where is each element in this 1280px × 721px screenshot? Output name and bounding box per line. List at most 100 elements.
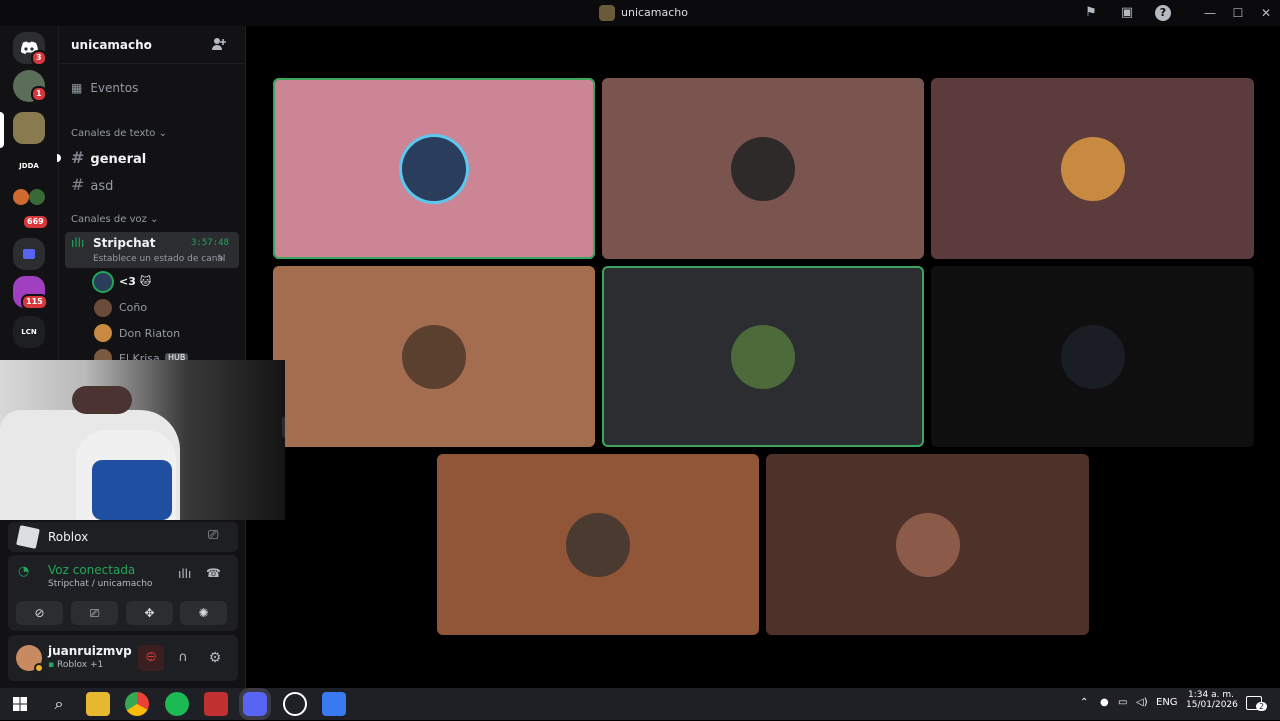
server-icon[interactable] <box>29 189 45 205</box>
notification-badge: 669 <box>22 214 49 230</box>
add-member-icon[interactable] <box>211 36 229 54</box>
home-button[interactable]: 3 <box>13 32 47 66</box>
server-icon[interactable]: 115 <box>13 276 48 310</box>
screen-share-button[interactable]: ⎚ <box>71 601 118 625</box>
start-button[interactable] <box>8 692 32 716</box>
participant-tile[interactable] <box>273 78 595 259</box>
server-icon-selected[interactable] <box>13 112 45 144</box>
selected-indicator <box>0 112 4 148</box>
deafen-button[interactable]: ∩ <box>170 645 196 671</box>
server-header[interactable]: unicamacho ⌄ <box>59 26 245 64</box>
participant-tile[interactable] <box>602 266 924 447</box>
window-title: unicamacho <box>621 6 688 19</box>
edit-icon[interactable]: ✎ <box>217 254 225 264</box>
notification-badge: 115 <box>21 294 48 310</box>
clock[interactable]: 1:34 a. m. 15/01/2026 <box>1186 690 1238 710</box>
soundboard-button[interactable]: ✺ <box>180 601 227 625</box>
disconnect-icon[interactable]: ☎ <box>206 566 221 580</box>
noise-suppression-icon[interactable]: ıllı <box>178 567 191 581</box>
participant-tile[interactable] <box>437 454 759 635</box>
participant-tile[interactable] <box>931 266 1254 447</box>
participant-tile[interactable] <box>602 78 924 259</box>
voice-connection: ◔ Voz conectada Stripchat / unicamacho ı… <box>8 555 238 631</box>
network-icon[interactable]: ▭ <box>1118 697 1127 708</box>
time: 1:34 a. m. <box>1188 690 1234 700</box>
app-icon[interactable] <box>322 692 346 716</box>
voice-timer: 3:57:48 <box>191 238 229 248</box>
server-icon[interactable] <box>13 189 29 205</box>
roblox-icon <box>16 525 40 549</box>
activity-name: Roblox <box>48 530 89 544</box>
app-icon[interactable] <box>204 692 228 716</box>
voice-member[interactable]: <3 🐱 <box>119 275 151 288</box>
events-item[interactable]: ▦ Eventos <box>71 81 138 95</box>
avatar <box>1060 136 1125 201</box>
flag-icon[interactable]: ⚑ <box>1082 4 1100 22</box>
windows-icon <box>13 697 27 711</box>
gear-icon: ⚙ <box>208 650 222 666</box>
server-icon <box>599 5 615 21</box>
server-icon-lcn[interactable]: LCN <box>13 316 45 348</box>
unread-indicator <box>57 154 61 162</box>
discord-taskbar-icon[interactable] <box>243 692 267 716</box>
voice-channel-name: Stripchat <box>93 236 156 250</box>
camera-button[interactable]: ⊘ <box>16 601 63 625</box>
avatar <box>402 136 466 201</box>
voice-status[interactable]: Voz conectada <box>48 563 135 577</box>
username[interactable]: juanruizmvp <box>48 644 132 658</box>
mute-button[interactable]: ⨸ <box>138 645 164 671</box>
channel-asd[interactable]: # asd <box>71 175 113 194</box>
inbox-icon[interactable]: ▣ <box>1118 4 1136 22</box>
category-text[interactable]: Canales de texto ⌄ <box>71 128 167 139</box>
screen-share-icon[interactable]: ⎚ <box>208 528 218 543</box>
settings-button[interactable]: ⚙ <box>202 645 228 671</box>
channel-sidebar: unicamacho ⌄ ▦ Eventos Canales de texto ⌄… <box>57 26 246 367</box>
game-icon: ▪ <box>48 660 57 670</box>
voice-location[interactable]: Stripchat / unicamacho <box>48 579 152 589</box>
voice-member[interactable]: Don Riaton <box>119 327 180 340</box>
server-label[interactable]: JDDA <box>8 162 50 170</box>
maximize-button[interactable]: ☐ <box>1224 3 1252 23</box>
obs-icon[interactable] <box>283 692 307 716</box>
avatar <box>895 512 960 577</box>
video-stage <box>246 26 1280 688</box>
volume-icon[interactable]: ◁) <box>1136 697 1148 708</box>
notification-badge: 3 <box>31 50 47 66</box>
channel-status[interactable]: Establece un estado de canal <box>93 254 225 264</box>
microphone-icon[interactable]: ● <box>1100 697 1109 708</box>
chevron-down-icon: ⌄ <box>150 214 159 225</box>
participant-tile[interactable] <box>931 78 1254 259</box>
server-list: 3 1 JDDA 669 115 LCN <box>0 26 58 360</box>
voice-member[interactable]: Coño <box>119 301 147 314</box>
mic-off-icon: ⨸ <box>145 650 157 665</box>
help-icon[interactable]: ? <box>1155 5 1171 21</box>
category-voice[interactable]: Canales de voz ⌄ <box>71 214 158 225</box>
user-activity: ▪ Roblox +1 <box>48 660 103 670</box>
date: 15/01/2026 <box>1186 700 1238 710</box>
hash-icon: # <box>71 175 85 194</box>
folder-icon[interactable] <box>13 238 45 270</box>
search-icon[interactable]: ⌕ <box>47 692 71 716</box>
chevron-up-icon[interactable]: ⌃ <box>1080 697 1088 708</box>
user-area: juanruizmvp ▪ Roblox +1 ⨸ ∩ ⚙ <box>8 635 238 681</box>
category-label: Canales de texto <box>71 128 156 139</box>
avatar <box>1060 324 1125 389</box>
voice-channel-stripchat[interactable]: ıllı Stripchat 3:57:48 Establece un esta… <box>65 232 239 268</box>
spotify-icon[interactable] <box>165 692 189 716</box>
minimize-button[interactable]: — <box>1196 3 1224 23</box>
activities-button[interactable]: ✥ <box>126 601 173 625</box>
participant-tile[interactable] <box>766 454 1089 635</box>
channel-general[interactable]: # general <box>71 148 146 167</box>
activities-icon: ✥ <box>144 606 155 620</box>
close-button[interactable]: ✕ <box>1252 3 1280 23</box>
activity-bar[interactable]: Roblox ⎚ <box>8 522 238 552</box>
chrome-icon[interactable] <box>125 692 149 716</box>
language-indicator[interactable]: ENG <box>1156 697 1178 708</box>
participant-tile[interactable] <box>273 266 595 447</box>
taskbar: ⌕ ⌃ ● ▭ ◁) ENG 1:34 a. m. 15/01/2026 2 <box>0 688 1280 720</box>
mute-icon[interactable]: ⨸ <box>282 416 285 438</box>
file-explorer-icon[interactable] <box>86 692 110 716</box>
server-icon[interactable]: 1 <box>13 70 47 102</box>
avatar <box>402 324 466 389</box>
notification-badge: 1 <box>31 86 47 102</box>
